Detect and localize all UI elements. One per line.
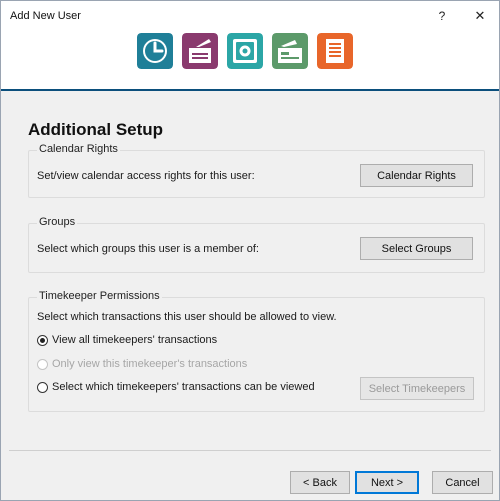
add-new-user-dialog: Add New User ? ✕ Additional Setup Calend… [0,0,500,501]
card-reader-icon [182,33,218,69]
radio-view-all[interactable]: View all timekeepers' transactions [37,334,217,346]
document-icon [317,33,353,69]
calendar-rights-legend: Calendar Rights [37,143,120,155]
select-timekeepers-button: Select Timekeepers [360,377,474,400]
radio-select-timekeepers-label[interactable]: Select which timekeepers' transactions c… [52,381,315,393]
select-groups-button[interactable]: Select Groups [360,237,473,260]
page-title: Additional Setup [28,120,164,139]
radio-view-all-button[interactable] [37,334,48,346]
back-button[interactable]: < Back [290,471,350,494]
cancel-button[interactable]: Cancel [432,471,493,494]
footer-separator [9,450,491,451]
radio-select-timekeepers-button[interactable] [37,381,48,393]
radio-view-all-label[interactable]: View all timekeepers' transactions [52,334,217,346]
groups-description: Select which groups this user is a membe… [37,243,259,255]
cash-register-icon [272,33,308,69]
timekeeper-permissions-description: Select which transactions this user shou… [37,311,337,323]
window-title: Add New User [10,10,81,22]
calendar-rights-group: Calendar Rights Set/view calendar access… [28,143,485,198]
radio-select-timekeepers[interactable]: Select which timekeepers' transactions c… [37,381,315,393]
wizard-steps-banner [1,31,499,89]
timekeeper-permissions-group: Timekeeper Permissions Select which tran… [28,290,485,412]
help-button[interactable]: ? [427,4,457,28]
timekeeper-permissions-legend: Timekeeper Permissions [37,290,162,302]
next-button[interactable]: Next > [355,471,419,494]
clock-icon [137,33,173,69]
radio-only-this-label: Only view this timekeeper's transactions [52,358,248,370]
title-bar: Add New User ? ✕ [1,1,499,31]
groups-legend: Groups [37,216,78,228]
groups-group: Groups Select which groups this user is … [28,216,485,273]
close-button[interactable]: ✕ [465,4,495,28]
wizard-content: Additional Setup Calendar Rights Set/vie… [1,91,499,500]
radio-only-this: Only view this timekeeper's transactions [37,358,247,370]
radio-only-this-button [37,358,48,370]
safe-icon [227,33,263,69]
calendar-rights-button[interactable]: Calendar Rights [360,164,473,187]
calendar-rights-description: Set/view calendar access rights for this… [37,170,255,182]
